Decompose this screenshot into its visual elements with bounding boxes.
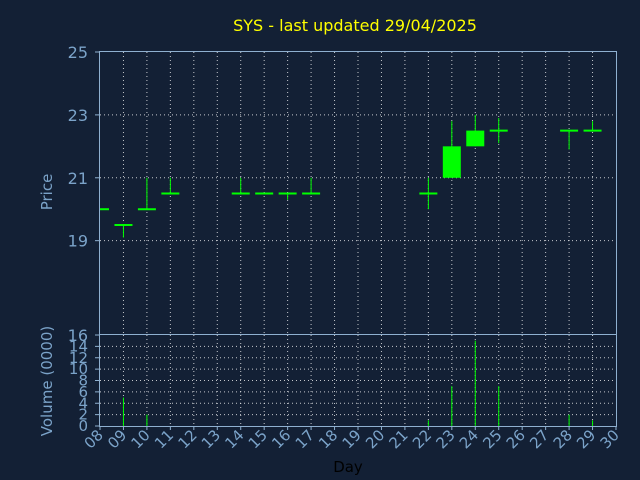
x-tick-label: 10 xyxy=(128,426,154,452)
candle-14 xyxy=(231,177,250,195)
x-tick-label: 13 xyxy=(198,426,224,452)
price-tick-label: 19 xyxy=(68,232,88,251)
candle-body xyxy=(466,130,485,147)
candle-09 xyxy=(114,223,133,238)
x-tick-label: 19 xyxy=(339,426,365,452)
x-tick-label: 23 xyxy=(432,426,458,452)
x-tick-label: 18 xyxy=(315,426,341,452)
x-tick-label: 30 xyxy=(597,426,623,452)
x-tick-label: 25 xyxy=(479,426,505,452)
candle-17 xyxy=(302,177,321,195)
volume-axis-label: Volume (0000) xyxy=(38,326,56,436)
candle-29 xyxy=(583,121,602,132)
volume-plot-frame xyxy=(99,334,617,427)
price-tick-label: 21 xyxy=(68,169,88,188)
x-tick-label: 22 xyxy=(409,426,435,452)
x-tick-label: 28 xyxy=(550,426,576,452)
x-tick-label: 16 xyxy=(268,426,294,452)
candlestick-volume-chart: SYS - last updated 29/04/2025 25 23 21 19 16… xyxy=(38,16,623,476)
candle-25 xyxy=(489,118,508,144)
x-tick-label: 11 xyxy=(151,426,177,452)
x-tick-label: 20 xyxy=(362,426,388,452)
price-tick-label: 23 xyxy=(68,106,88,125)
x-tick-label: 21 xyxy=(386,426,412,452)
x-tick-label: 09 xyxy=(104,426,130,452)
candle-16 xyxy=(278,192,297,200)
x-tick-label: 17 xyxy=(292,426,318,452)
x-tick-label: 12 xyxy=(174,426,200,452)
x-tick-label: 26 xyxy=(503,426,529,452)
candle-24 xyxy=(466,114,485,147)
price-tick-label: 25 xyxy=(68,43,88,62)
x-tick-label: 29 xyxy=(573,426,599,452)
candle-body xyxy=(442,146,461,178)
x-tick-label: 14 xyxy=(221,426,247,452)
x-tick-label: 27 xyxy=(526,426,552,452)
x-axis-label: Day xyxy=(333,458,363,476)
candle-11 xyxy=(161,177,180,195)
chart-title: SYS - last updated 29/04/2025 xyxy=(233,16,477,35)
chart-container: SYS - last updated 29/04/2025 25 23 21 19 16… xyxy=(0,0,640,480)
x-tick-label: 24 xyxy=(456,426,482,452)
candle-22 xyxy=(419,177,438,210)
x-tick-label: 15 xyxy=(245,426,271,452)
price-axis-label: Price xyxy=(38,174,56,211)
candle-10 xyxy=(137,177,156,211)
candle-28 xyxy=(560,129,579,150)
candle-23 xyxy=(442,121,461,178)
